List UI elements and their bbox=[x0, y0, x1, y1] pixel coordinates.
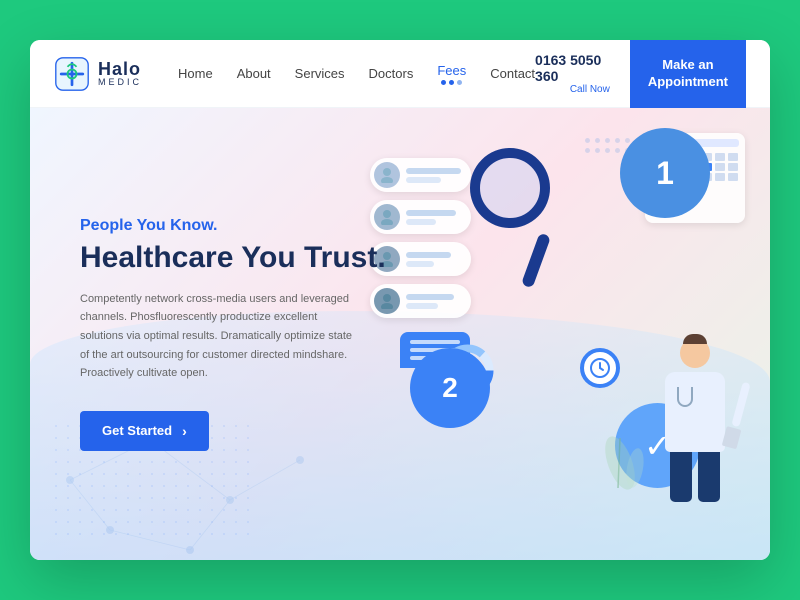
get-started-label: Get Started bbox=[102, 423, 172, 438]
deco-dot bbox=[605, 148, 610, 153]
phone-number: 0163 5050 360 bbox=[535, 52, 610, 84]
leaf-decoration bbox=[590, 428, 650, 498]
deco-dot bbox=[595, 148, 600, 153]
hero-content: People You Know. Healthcare You Trust. C… bbox=[80, 217, 386, 451]
magnifier-glass bbox=[470, 148, 550, 228]
nav-contact[interactable]: Contact bbox=[490, 66, 535, 81]
nav-links: Home About Services Doctors Fees Contact bbox=[178, 63, 535, 85]
deco-dot bbox=[585, 148, 590, 153]
deco-dot bbox=[615, 138, 620, 143]
dot-1 bbox=[441, 80, 446, 85]
arrow-icon: › bbox=[182, 423, 187, 439]
doctor-legs bbox=[670, 452, 720, 502]
dot-2 bbox=[449, 80, 454, 85]
deco-dot bbox=[615, 148, 620, 153]
navbar: Halo MEDIC Home About Services Doctors F… bbox=[30, 40, 770, 108]
deco-dot bbox=[585, 138, 590, 143]
step-circle-2: 2 bbox=[410, 348, 490, 428]
logo-text: Halo MEDIC bbox=[98, 60, 142, 87]
hero-title: Healthcare You Trust. bbox=[80, 241, 386, 276]
cal-cell bbox=[715, 173, 725, 181]
nav-about[interactable]: About bbox=[237, 66, 271, 81]
nav-services[interactable]: Services bbox=[295, 66, 345, 81]
user-bar-3 bbox=[406, 252, 451, 267]
user-bar-2 bbox=[406, 210, 456, 225]
cal-cell bbox=[728, 153, 738, 161]
doctor-leg-left bbox=[670, 452, 692, 502]
doctor-body bbox=[665, 372, 725, 452]
doctor-head bbox=[680, 338, 710, 368]
user-avatar-1 bbox=[374, 162, 400, 188]
hero-description: Competently network cross-media users an… bbox=[80, 290, 360, 383]
clock-icon bbox=[580, 348, 620, 388]
nav-fees-dots bbox=[441, 80, 462, 85]
circle-2-number: 2 bbox=[442, 372, 458, 404]
dot-3 bbox=[457, 80, 462, 85]
magnifier-icon bbox=[450, 148, 570, 288]
doctor-figure bbox=[650, 338, 740, 518]
deco-dot bbox=[595, 138, 600, 143]
hero-subtitle: People You Know. bbox=[80, 217, 386, 235]
logo-medic: MEDIC bbox=[98, 78, 142, 87]
nav-fees-wrap: Fees bbox=[437, 63, 466, 85]
logo-halo: Halo bbox=[98, 60, 142, 78]
logo-area[interactable]: Halo MEDIC bbox=[54, 56, 142, 92]
make-appointment-button[interactable]: Make an Appointment bbox=[630, 40, 746, 108]
nav-doctors[interactable]: Doctors bbox=[369, 66, 414, 81]
cal-cell bbox=[715, 153, 725, 161]
browser-window: Halo MEDIC Home About Services Doctors F… bbox=[30, 40, 770, 560]
phone-label: Call Now bbox=[570, 84, 610, 95]
nav-fees[interactable]: Fees bbox=[437, 63, 466, 78]
nav-home[interactable]: Home bbox=[178, 66, 213, 81]
doctor-leg-right bbox=[698, 452, 720, 502]
logo-icon bbox=[54, 56, 90, 92]
cal-cell bbox=[715, 163, 725, 171]
cal-cell bbox=[728, 163, 738, 171]
hero-section: People You Know. Healthcare You Trust. C… bbox=[30, 108, 770, 560]
step-circle-1: 1 bbox=[620, 128, 710, 218]
hero-illustration: 1 2 bbox=[370, 118, 750, 548]
deco-dot bbox=[625, 138, 630, 143]
get-started-button[interactable]: Get Started › bbox=[80, 411, 209, 451]
doctor-arm bbox=[731, 382, 750, 428]
deco-dot bbox=[605, 138, 610, 143]
circle-1-number: 1 bbox=[656, 155, 674, 192]
phone-area: 0163 5050 360 Call Now bbox=[535, 52, 610, 95]
magnifier-handle bbox=[521, 233, 551, 289]
cal-cell bbox=[728, 173, 738, 181]
user-bar-4 bbox=[406, 294, 454, 309]
clock-svg bbox=[588, 356, 612, 380]
